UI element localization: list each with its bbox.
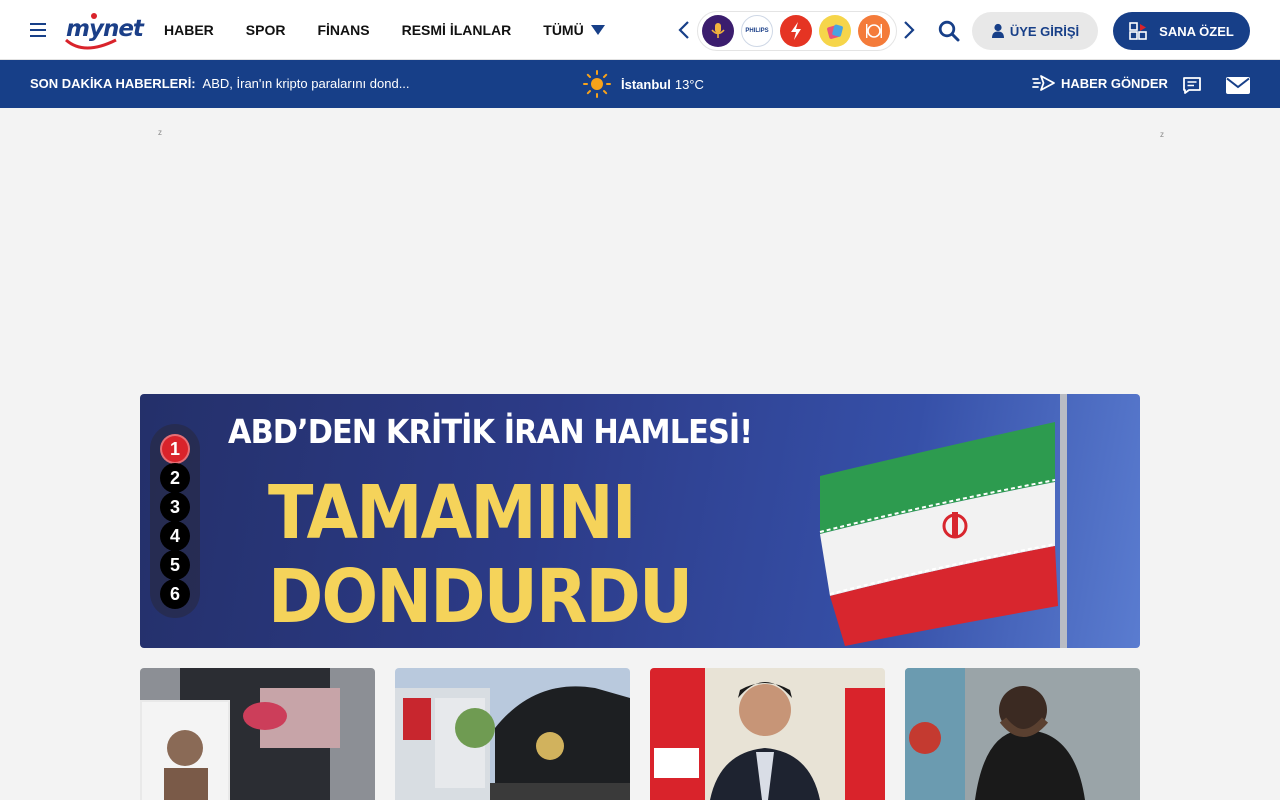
chevron-right-icon[interactable]	[903, 21, 915, 39]
news-card-1[interactable]	[140, 668, 375, 800]
nav-finans[interactable]: FİNANS	[317, 22, 369, 38]
breaking-news-ticker[interactable]: SON DAKİKA HABERLERİ: ABD, İran'ın kript…	[30, 76, 410, 91]
user-icon	[991, 23, 1004, 38]
nav-all-dropdown[interactable]: TÜMÜ	[543, 22, 605, 38]
shopping-tag-icon[interactable]	[819, 15, 851, 47]
nav-spor[interactable]: SPOR	[246, 22, 286, 38]
weather-city: İstanbul	[621, 76, 671, 92]
personalize-grid-icon	[1129, 22, 1147, 40]
food-plate-icon[interactable]	[858, 15, 890, 47]
ad-marker-right: z	[1160, 130, 1164, 139]
news-card-2[interactable]	[395, 668, 630, 800]
slider-pagination: 1 2 3 4 5 6	[150, 424, 200, 618]
search-icon[interactable]	[938, 20, 960, 42]
news-card-3[interactable]	[650, 668, 885, 800]
slider-page-1[interactable]: 1	[160, 434, 190, 464]
logo-text: mynet	[66, 16, 144, 42]
comment-icon[interactable]	[1182, 76, 1202, 95]
hero-title-line-2: DONDURDU	[268, 554, 693, 640]
news-card-4-image	[905, 668, 1140, 800]
podcast-mic-icon[interactable]	[702, 15, 734, 47]
top-header: mynet HABER SPOR FİNANS RESMİ İLANLAR TÜ…	[0, 0, 1280, 60]
news-card-1-image	[140, 668, 375, 800]
mynet-logo[interactable]: mynet	[64, 10, 144, 50]
dropdown-triangle-icon	[590, 25, 605, 35]
flash-icon[interactable]	[780, 15, 812, 47]
for-you-button[interactable]: SANA ÖZEL	[1113, 12, 1250, 50]
weather-temp: 13°C	[674, 76, 704, 92]
send-arrow-icon	[1032, 75, 1055, 91]
hero-kicker: ABD’DEN KRİTİK İRAN HAMLESİ!	[228, 412, 753, 451]
send-news-button[interactable]: HABER GÖNDER	[1032, 74, 1168, 92]
breaking-news-bar: SON DAKİKA HABERLERİ: ABD, İran'ın kript…	[0, 60, 1280, 108]
login-label: ÜYE GİRİŞİ	[1009, 23, 1080, 39]
nav-haber[interactable]: HABER	[164, 22, 214, 38]
weather-widget[interactable]: İstanbul 13°C	[583, 68, 704, 100]
mail-icon[interactable]	[1225, 76, 1251, 95]
breaking-news-label: SON DAKİKA HABERLERİ:	[30, 76, 196, 91]
headline-slider[interactable]: ABD’DEN KRİTİK İRAN HAMLESİ! TAMAMINI DO…	[140, 394, 1140, 648]
menu-icon[interactable]	[30, 23, 46, 37]
philips-text: PHILIPS	[745, 28, 769, 34]
nav-all-label: TÜMÜ	[543, 22, 584, 38]
send-news-label: HABER GÖNDER	[1061, 75, 1168, 91]
for-you-label: SANA ÖZEL	[1159, 23, 1234, 39]
login-button[interactable]: ÜYE GİRİŞİ	[972, 12, 1098, 50]
news-card-3-image	[650, 668, 885, 800]
hero-title-line-1: TAMAMINI	[268, 470, 637, 556]
nav-resmi-ilanlar[interactable]: RESMİ İLANLAR	[402, 22, 512, 38]
slider-page-4[interactable]: 4	[160, 521, 190, 551]
shortcut-carousel: PHILIPS	[697, 11, 897, 51]
news-card-4[interactable]	[905, 668, 1140, 800]
news-card-2-image	[395, 668, 630, 800]
chevron-left-icon[interactable]	[678, 21, 690, 39]
main-nav: HABER SPOR FİNANS RESMİ İLANLAR TÜMÜ	[164, 0, 605, 60]
slider-page-3[interactable]: 3	[160, 492, 190, 522]
ad-marker-left: z	[158, 128, 162, 137]
slider-page-2[interactable]: 2	[160, 463, 190, 493]
philips-logo-icon[interactable]: PHILIPS	[741, 15, 773, 47]
breaking-news-headline[interactable]: ABD, İran'ın kripto paralarını dond...	[203, 76, 410, 91]
slider-page-6[interactable]: 6	[160, 579, 190, 609]
slider-page-5[interactable]: 5	[160, 550, 190, 580]
sun-icon	[583, 70, 611, 98]
